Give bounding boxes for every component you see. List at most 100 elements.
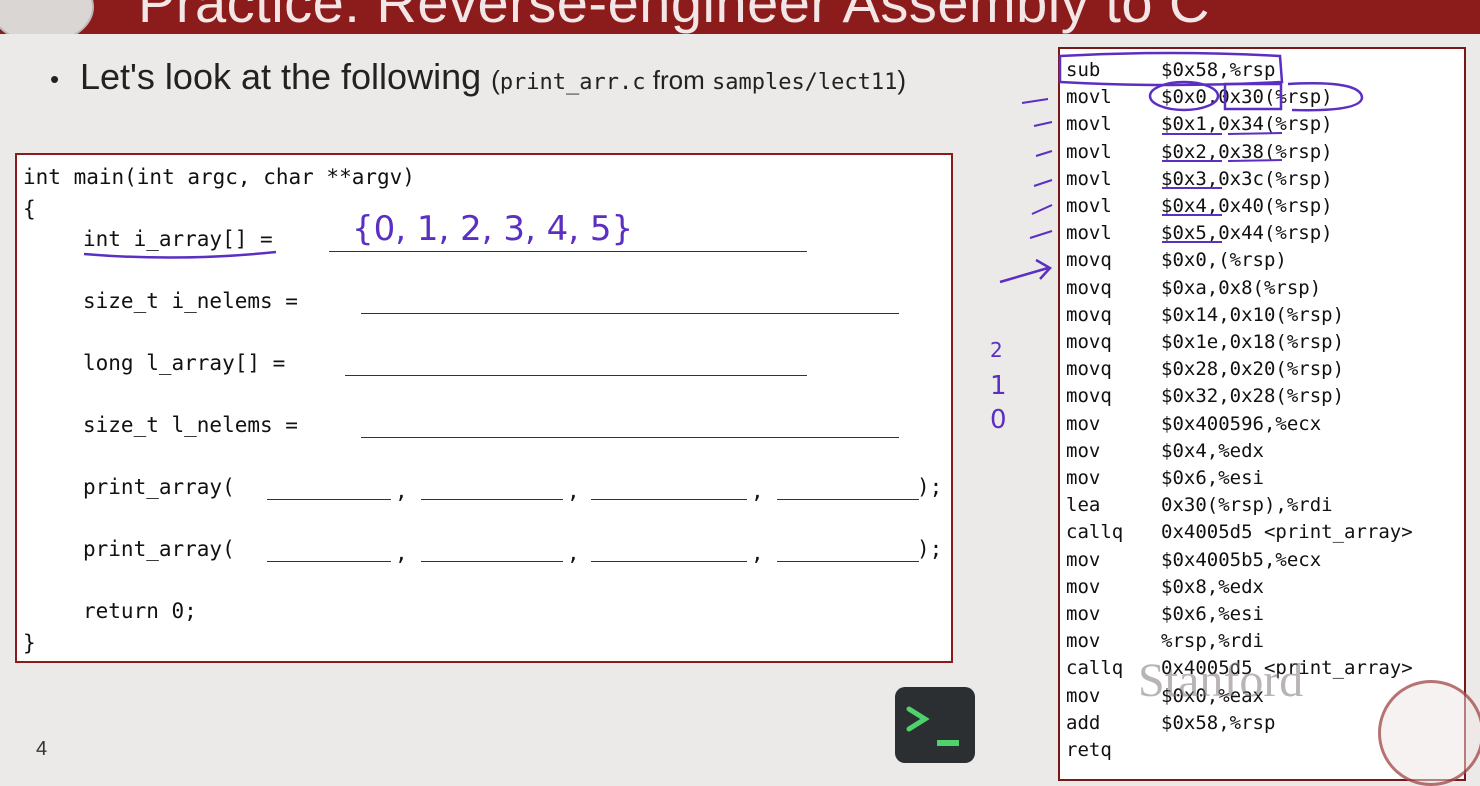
terminal-icon[interactable] [895,687,975,763]
blank-l-nelems[interactable] [361,437,899,438]
comma: , [751,541,764,565]
code-line-l-array: long l_array[] = [83,351,286,375]
assembly-line: movl $0x5,0x44(%rsp) [1066,220,1333,247]
assembly-line: mov %rsp,%rdi [1066,628,1264,655]
assembly-opcode: movq [1066,385,1112,408]
assembly-line: lea 0x30(%rsp),%rdi [1066,492,1333,519]
assembly-opcode: add [1066,711,1101,734]
assembly-opcode: movl [1066,167,1112,190]
ink-count-0: 0 [990,405,1007,435]
assembly-operands: $0xa,0x8(%rsp) [1161,276,1322,299]
assembly-line: callq 0x4005d5 <print_array> [1066,519,1413,546]
slide-title: Practice: Reverse-engineer Assembly to C [138,0,1210,34]
assembly-operands: 0x30(%rsp),%rdi [1161,494,1333,517]
assembly-line: movq $0x14,0x10(%rsp) [1066,302,1344,329]
assembly-opcode: movl [1066,113,1112,136]
blank-i-nelems[interactable] [361,313,899,314]
close-paren: ); [917,475,943,499]
comma: , [395,479,408,503]
assembly-opcode: movl [1066,195,1112,217]
ink-tick [1031,204,1053,215]
comma: , [567,479,580,503]
assembly-line: movl $0x2,0x38(%rsp) [1066,139,1333,166]
blank-print1-arg1[interactable] [267,499,391,500]
paren-close: ) [897,65,907,95]
code-line-main: int main(int argc, char **argv) [23,165,415,189]
university-logo-icon [0,0,94,34]
blank-print1-arg3[interactable] [591,499,747,500]
assembly-opcode: mov [1066,575,1101,598]
from-word: from [645,65,712,95]
assembly-operands: $0x4,%edx [1161,439,1264,462]
comma: , [751,479,764,503]
code-line-print-array-2: print_array( [83,537,235,561]
assembly-opcode: movq [1066,331,1112,353]
assembly-operands: $0x4005b5,%ecx [1161,548,1322,571]
assembly-opcode: movl [1066,86,1112,109]
stanford-seal-icon [1378,680,1480,786]
assembly-opcode: mov [1066,548,1101,571]
assembly-operands: $0x28,0x20(%rsp) [1161,358,1345,381]
assembly-opcode: movq [1066,249,1112,272]
code-line-return: return 0; [83,599,197,623]
terminal-glyph [906,706,959,746]
assembly-opcode: movl [1066,222,1112,245]
directory-name: samples/lect11 [711,70,898,95]
assembly-operands: $0x6,%esi [1161,467,1264,489]
assembly-line: retq [1066,737,1161,764]
assembly-line: movl $0x4,0x40(%rsp) [1066,193,1333,220]
assembly-opcode: mov [1066,467,1101,489]
code-line-i-array: int i_array[] = [83,227,273,251]
code-line-close-brace: } [23,631,36,655]
assembly-operands: $0x8,%edx [1161,575,1264,598]
assembly-opcode: callq [1066,521,1124,544]
title-bar: Practice: Reverse-engineer Assembly to C [0,0,1480,34]
assembly-line: mov $0x4005b5,%ecx [1066,547,1321,574]
assembly-operands: $0x0,(%rsp) [1161,249,1287,272]
ink-arrow [999,266,1049,284]
assembly-opcode: mov [1066,630,1101,653]
assembly-line: mov $0x6,%esi [1066,465,1264,492]
blank-print1-arg2[interactable] [421,499,563,500]
assembly-line: movq $0x0,(%rsp) [1066,247,1287,274]
assembly-line: mov $0x6,%esi [1066,601,1264,628]
assembly-operands: $0x400596,%ecx [1161,412,1322,435]
assembly-operands: $0x58,%rsp [1161,711,1276,734]
ink-tick [1035,150,1053,157]
assembly-operands: $0x1e,0x18(%rsp) [1161,331,1345,353]
assembly-opcode: mov [1066,603,1101,625]
assembly-line: movl $0x3,0x3c(%rsp) [1066,166,1333,193]
blank-print2-arg4[interactable] [777,561,919,562]
assembly-line: mov $0x8,%edx [1066,574,1264,601]
assembly-opcode: lea [1066,494,1101,517]
assembly-line: movq $0x28,0x20(%rsp) [1066,356,1344,383]
assembly-opcode: movl [1066,140,1112,163]
blank-i-array[interactable] [329,251,807,252]
blank-l-array[interactable] [345,375,807,376]
assembly-operands: $0x3,0x3c(%rsp) [1161,167,1333,190]
bullet-text: Let's look at the following [80,56,482,97]
assembly-operands: $0x32,0x28(%rsp) [1161,385,1345,408]
assembly-line: mov $0x4,%edx [1066,438,1264,465]
close-paren: ); [917,537,943,561]
bullet-marker: • [50,63,60,94]
blank-print2-arg2[interactable] [421,561,563,562]
assembly-operands: $0x2,0x38(%rsp) [1161,140,1333,163]
blank-print2-arg1[interactable] [267,561,391,562]
assembly-opcode: sub [1066,59,1101,81]
blank-print2-arg3[interactable] [591,561,747,562]
page-number: 4 [36,738,48,760]
assembly-line: add $0x58,%rsp [1066,710,1275,737]
ink-tick [1033,121,1053,127]
file-name: print_arr.c [499,70,646,95]
assembly-line: mov $0x400596,%ecx [1066,411,1321,438]
assembly-opcode: retq [1066,739,1112,761]
assembly-opcode: movq [1066,358,1112,381]
paren-open: ( [491,65,500,95]
assembly-line: movq $0x1e,0x18(%rsp) [1066,329,1344,356]
blank-print1-arg4[interactable] [777,499,919,500]
assembly-operands: 0x4005d5 <print_array> [1161,521,1413,544]
assembly-line: movl $0x0,0x30(%rsp) [1066,84,1333,111]
c-code-box: int main(int argc, char **argv) { int i_… [15,153,953,663]
comma: , [567,541,580,565]
